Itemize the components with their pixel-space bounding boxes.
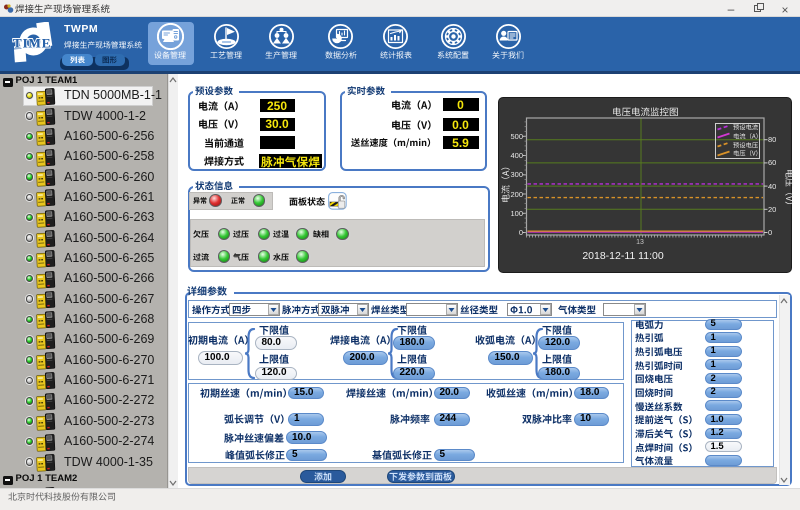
- svg-text:TIME: TIME: [13, 36, 51, 51]
